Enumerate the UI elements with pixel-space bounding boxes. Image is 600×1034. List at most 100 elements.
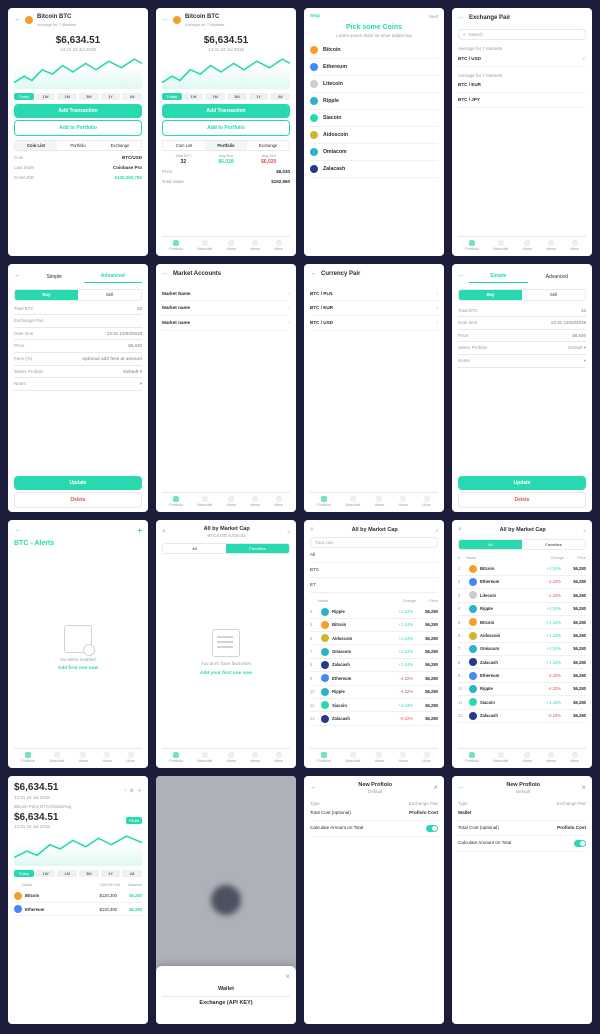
- row-calc-toggle[interactable]: Calculate Amount on Total: [310, 821, 438, 837]
- back-icon[interactable]: ←: [14, 527, 21, 536]
- market-row[interactable]: 9Ethereum-4.32%$6,280: [310, 672, 438, 685]
- sheet-option-exchange[interactable]: Exchange (API KEY): [162, 1000, 290, 1007]
- filter-icon[interactable]: ≡: [287, 529, 290, 535]
- period-tab[interactable]: 3M: [79, 93, 99, 100]
- toggle-switch[interactable]: [574, 840, 586, 847]
- market-row[interactable]: 8Zalacash+1.24%$6,280: [310, 659, 438, 672]
- pie-icon[interactable]: ◔: [123, 788, 126, 794]
- market-row[interactable]: 4Ripple+1.24%$6,280: [458, 603, 586, 616]
- back-icon[interactable]: ←: [458, 272, 465, 281]
- period-tab[interactable]: All: [122, 870, 142, 877]
- delete-button[interactable]: Delete: [14, 492, 142, 508]
- pair-option[interactable]: BTC / EUR: [458, 78, 586, 93]
- back-icon[interactable]: ←: [14, 272, 21, 281]
- market-row[interactable]: 4Ripple+1.24%$6,280: [310, 605, 438, 618]
- market-row[interactable]: 3Litecoin-1.24%$6,280: [458, 589, 586, 602]
- update-button[interactable]: Update: [14, 476, 142, 490]
- pair-option[interactable]: BTC / USD ✓: [458, 52, 586, 67]
- market-row[interactable]: 5Bitcoin+1.24%$6,280: [310, 619, 438, 632]
- market-row[interactable]: 12Zalacash-0.23%$6,280: [310, 712, 438, 725]
- market-row[interactable]: 8Zalacash+1.24%$6,280: [458, 656, 586, 669]
- gear-icon[interactable]: ⚙: [130, 788, 134, 794]
- market-row[interactable]: 6Aidoscoin+1.24%$6,280: [458, 629, 586, 642]
- nav-item[interactable]: Portfolio: [465, 240, 479, 252]
- bottom-nav[interactable]: PortfolioWatchlistAlertsNewsMore: [162, 748, 290, 764]
- bottom-nav[interactable]: PortfolioWatchlistAlertsNewsMore: [458, 236, 586, 252]
- back-icon[interactable]: ←: [458, 784, 465, 793]
- form-field[interactable]: Fees (%)optional add fees at amount: [14, 353, 142, 366]
- coin-row[interactable]: Bitcoin: [310, 42, 438, 59]
- bottom-nav[interactable]: PortfolioWatchlistAlertsNewsMore: [458, 748, 586, 764]
- back-icon[interactable]: ←: [310, 270, 317, 279]
- period-tab[interactable]: 3M: [227, 93, 247, 100]
- tab-simple[interactable]: Simple: [25, 271, 84, 283]
- seg-all-fav[interactable]: All Favorites: [162, 543, 290, 554]
- search-result[interactable]: BTC: [310, 563, 438, 578]
- market-row[interactable]: 11Siacoin+4.43%$6,280: [310, 699, 438, 712]
- seg-tab[interactable]: Portfolio: [205, 141, 247, 150]
- period-tab[interactable]: All: [270, 93, 290, 100]
- form-field[interactable]: Price$6,030: [14, 340, 142, 353]
- seg-tab[interactable]: Coin List: [15, 141, 57, 150]
- nav-item[interactable]: News: [547, 752, 557, 764]
- nav-item[interactable]: Watchlist: [197, 240, 212, 252]
- nav-item[interactable]: News: [399, 752, 409, 764]
- nav-item[interactable]: News: [547, 240, 557, 252]
- back-icon[interactable]: ←: [14, 16, 21, 25]
- period-tab[interactable]: Today: [14, 93, 34, 100]
- bottom-nav[interactable]: PortfolioWatchlistAlertsNewsMore: [310, 748, 438, 764]
- nav-item[interactable]: Portfolio: [169, 752, 183, 764]
- portfolio-row[interactable]: Bitcoin$120,300$6,280: [14, 890, 142, 903]
- market-row[interactable]: 9Ethereum-4.32%$6,280: [458, 669, 586, 682]
- search-input[interactable]: Search: [458, 29, 586, 41]
- next-button[interactable]: Next: [429, 14, 438, 20]
- segment-tabs[interactable]: Coin ListPortfolioExchange: [162, 140, 290, 151]
- seg-tab[interactable]: Portfolio: [57, 141, 99, 150]
- seg-tab[interactable]: Coin List: [163, 141, 205, 150]
- tab-simple[interactable]: Simple: [469, 270, 528, 283]
- filter-icon[interactable]: ≡: [435, 528, 438, 534]
- nav-item[interactable]: Alerts: [79, 752, 89, 764]
- update-button[interactable]: Update: [458, 476, 586, 490]
- add-portfolio-button[interactable]: Add to Portfolio: [162, 120, 290, 136]
- period-tab[interactable]: 1W: [184, 93, 204, 100]
- nav-item[interactable]: News: [103, 752, 113, 764]
- seg-tab[interactable]: Exchange: [99, 141, 141, 150]
- delete-button[interactable]: Delete: [458, 492, 586, 508]
- coin-row[interactable]: Litecoin: [310, 76, 438, 93]
- market-row[interactable]: 7Omiacom+1.24%$6,280: [458, 643, 586, 656]
- pair-option[interactable]: BTC / JPY: [458, 93, 586, 108]
- form-field[interactable]: Date time13:31 12/03/2018: [14, 328, 142, 341]
- nav-item[interactable]: Portfolio: [317, 752, 331, 764]
- market-row[interactable]: 12Zalacash-0.23%$6,280: [458, 710, 586, 723]
- period-tab[interactable]: 1M: [57, 93, 77, 100]
- coin-row[interactable]: Ripple: [310, 93, 438, 110]
- nav-item[interactable]: More: [422, 752, 431, 764]
- bottom-nav[interactable]: PortfolioWatchlistAlertsNewsMore: [14, 748, 142, 764]
- period-tab[interactable]: 1M: [57, 870, 77, 877]
- buy-sell-seg[interactable]: Buy Sell: [14, 289, 142, 300]
- nav-item[interactable]: Portfolio: [317, 496, 331, 508]
- back-icon[interactable]: ←: [162, 16, 169, 25]
- sheet-option-wallet[interactable]: Wallet: [162, 986, 290, 993]
- nav-item[interactable]: More: [570, 752, 579, 764]
- form-field[interactable]: Select ProfioloDefault ▾: [14, 366, 142, 379]
- period-tab[interactable]: 1Y: [101, 93, 121, 100]
- add-transaction-button[interactable]: Add Transaction: [14, 104, 142, 118]
- market-row[interactable]: 1Bitcoin+1.24%$6,280: [458, 562, 586, 575]
- close-icon[interactable]: ×: [433, 783, 438, 793]
- market-row[interactable]: 10Ripple-4.32%$6,280: [458, 683, 586, 696]
- coin-row[interactable]: Zalacash: [310, 161, 438, 178]
- nav-item[interactable]: Portfolio: [465, 752, 479, 764]
- row-total-cost[interactable]: Total Cost (optional)Profiolo Cost: [310, 806, 438, 821]
- period-tab[interactable]: 3M: [79, 870, 99, 877]
- market-row[interactable]: 11Siacoin+4.43%$6,280: [458, 696, 586, 709]
- nav-item[interactable]: News: [251, 240, 261, 252]
- period-tab[interactable]: 1Y: [101, 870, 121, 877]
- tab-advanced[interactable]: Advanced: [84, 270, 143, 283]
- nav-item[interactable]: More: [126, 752, 135, 764]
- seg-tab[interactable]: Exchange: [247, 141, 289, 150]
- add-icon[interactable]: +: [137, 526, 142, 536]
- bottom-nav[interactable]: PortfolioWatchlistAlertsNewsMore: [162, 492, 290, 508]
- nav-item[interactable]: More: [570, 240, 579, 252]
